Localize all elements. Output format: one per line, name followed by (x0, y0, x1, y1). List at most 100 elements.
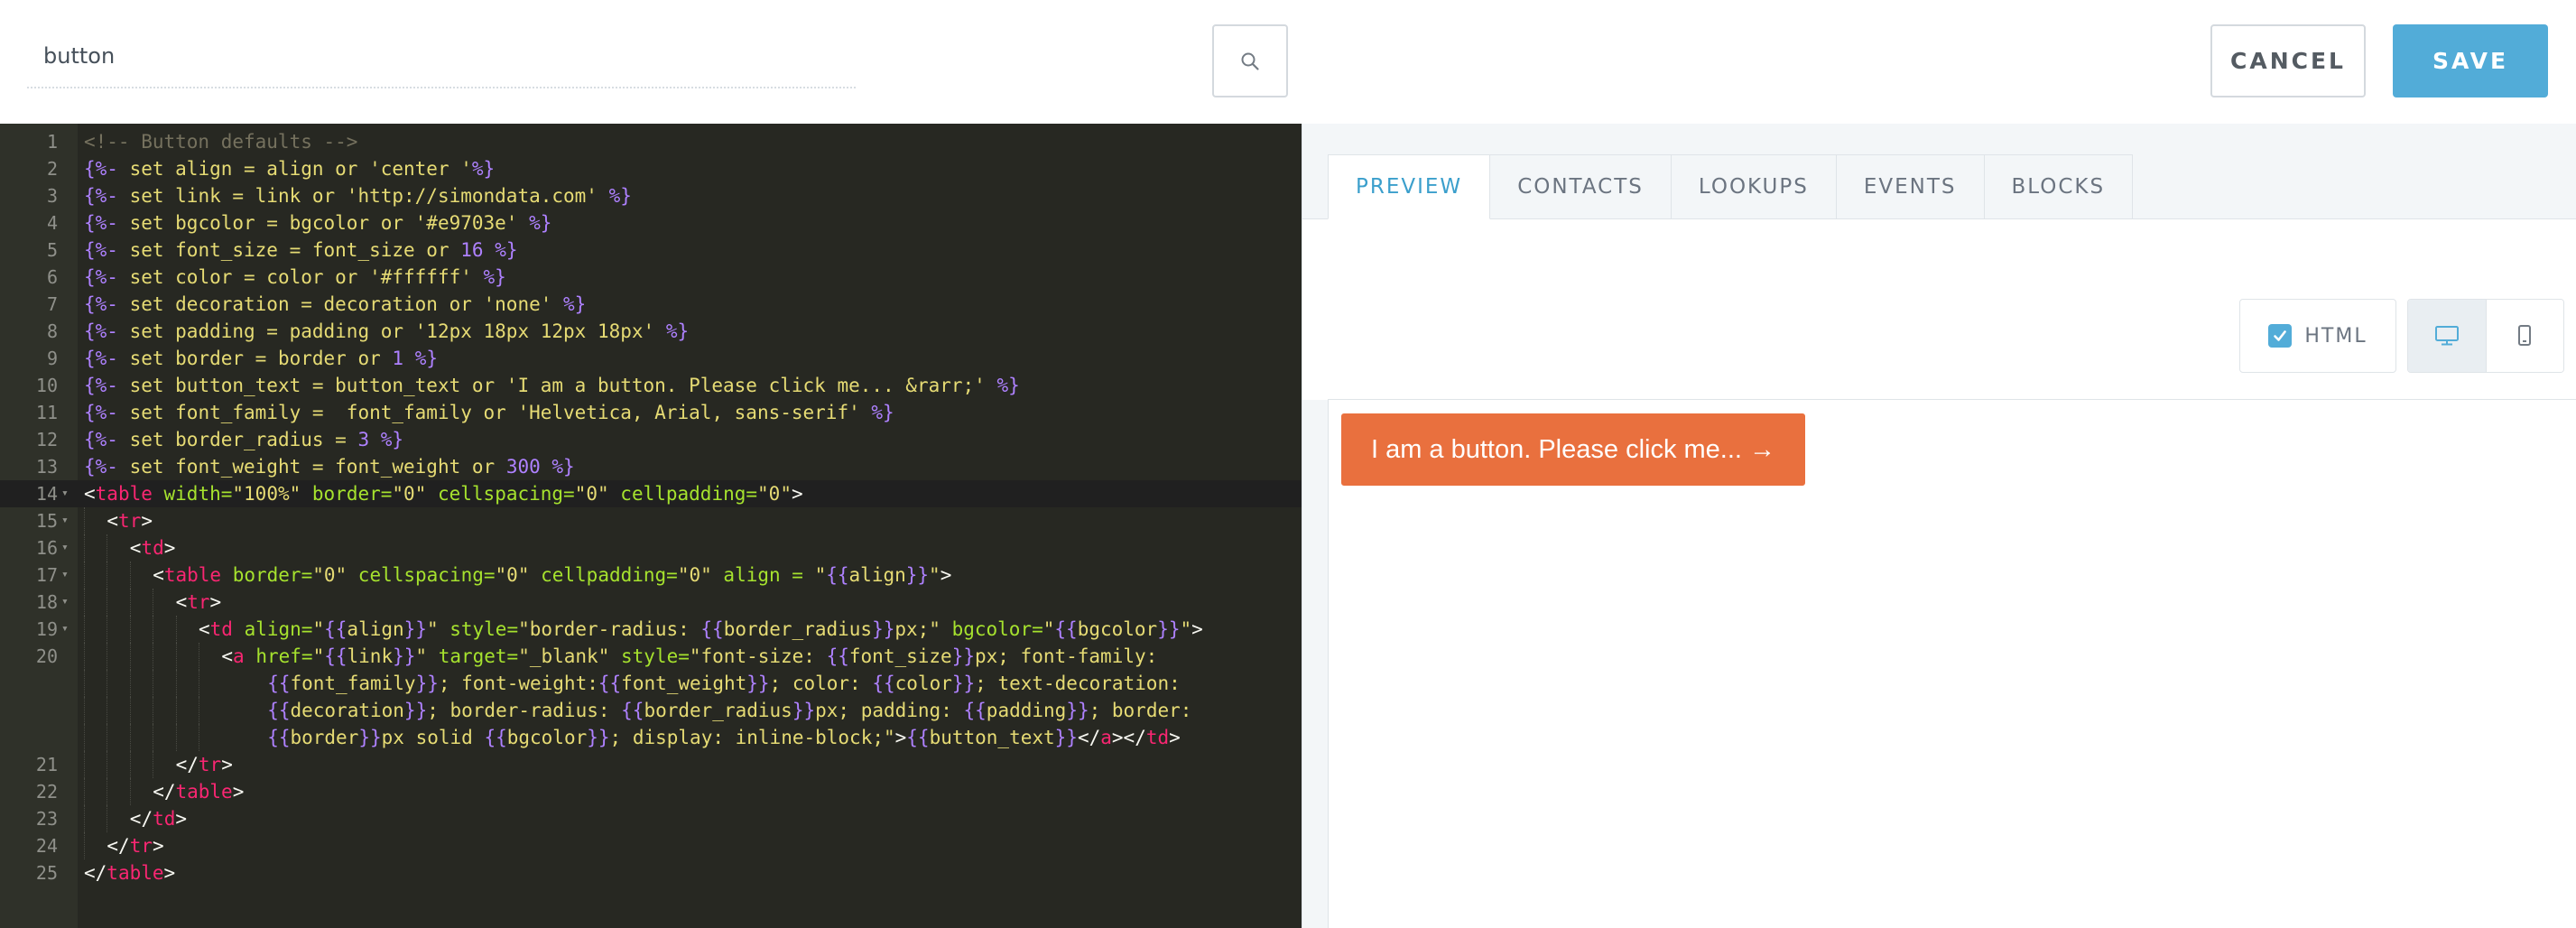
code-line[interactable]: 3 {%- set link = link or 'http://simondat… (0, 182, 1302, 209)
code-token: table (175, 781, 233, 803)
code-line[interactable]: 7 {%- set decoration = decoration or 'non… (0, 291, 1302, 318)
code-token: < (153, 564, 164, 586)
code-token: href= (244, 645, 313, 667)
indent-guide (84, 589, 85, 616)
code-token: " (929, 564, 941, 586)
code-line[interactable]: 9 {%- set border = border or 1 %} (0, 345, 1302, 372)
rendered-cta-button[interactable]: I am a button. Please click me... → (1341, 413, 1805, 486)
code-token: }} (358, 727, 382, 748)
tab-events[interactable]: EVENTS (1836, 154, 1985, 219)
code-line[interactable]: 21 </tr> (0, 751, 1302, 778)
code-text: {{decoration}}; border-radius: {{border_… (267, 697, 1191, 724)
fold-arrow-icon[interactable]: ▾ (61, 480, 69, 507)
line-number: 23 (35, 808, 58, 830)
tab-preview[interactable]: PREVIEW (1328, 154, 1491, 219)
code-line[interactable]: 4 {%- set bgcolor = bgcolor or '#e9703e' … (0, 209, 1302, 237)
code-line[interactable]: 18 ▾ <tr> (0, 589, 1302, 616)
code-line[interactable]: 20 <a href="{{link}}" target="_blank" sty… (0, 643, 1302, 670)
code-text: {%- set padding = padding or '12px 18px … (84, 318, 689, 345)
code-line[interactable]: 17 ▾ <table border="0" cellspacing="0" cel… (0, 561, 1302, 589)
code-line[interactable]: 22 </table> (0, 778, 1302, 805)
html-checkbox[interactable] (2268, 324, 2293, 348)
code-line[interactable]: 6 {%- set color = color or '#ffffff' %} (0, 264, 1302, 291)
code-text: {%- set bgcolor = bgcolor or '#e9703e' %… (84, 209, 551, 237)
code-token: > (221, 754, 233, 775)
fold-arrow-icon[interactable]: ▾ (61, 561, 69, 589)
code-token: " (814, 564, 827, 586)
code-token: > (141, 510, 153, 532)
code-line[interactable]: {{decoration}}; border-radius: {{border_… (0, 697, 1302, 724)
code-token: 300 (505, 456, 541, 478)
code-text: <a href="{{link}}" target="_blank" style… (221, 643, 1157, 670)
code-token: > (163, 862, 176, 884)
code-line[interactable]: 24 </tr> (0, 832, 1302, 859)
checkmark-icon (2274, 330, 2287, 341)
code-token: ; text-decoration: (975, 673, 1181, 694)
code-line[interactable]: 1 <!-- Button defaults --> (0, 128, 1302, 155)
code-text: {%- set border = border or 1 %} (84, 345, 438, 372)
fold-arrow-icon[interactable]: ▾ (61, 507, 69, 534)
line-number: 10 (35, 375, 58, 396)
code-token: 16 (460, 239, 484, 261)
code-editor[interactable]: 1 <!-- Button defaults --> 2 {%- set align … (0, 124, 1302, 928)
code-line[interactable]: 12 {%- set border_radius = 3 %} (0, 426, 1302, 453)
code-token: font_size (848, 645, 952, 667)
code-line[interactable]: 19 ▾ <td align="{{align}}" style="border-r… (0, 616, 1302, 643)
code-token: {%- (84, 320, 118, 342)
line-number: 1 (46, 131, 58, 153)
code-text: <td> (130, 534, 176, 561)
code-line[interactable]: 8 {%- set padding = padding or '12px 18px… (0, 318, 1302, 345)
code-token: "0" (495, 564, 530, 586)
code-token: }} (1054, 727, 1078, 748)
code-line[interactable]: 16 ▾ <td> (0, 534, 1302, 561)
code-line[interactable]: 23 </td> (0, 805, 1302, 832)
code-line[interactable]: 14 ▾ <table width="100%" border="0" cellsp… (0, 480, 1302, 507)
code-token: set link = link or 'http://simondata.com… (117, 185, 609, 207)
code-token: bgcolor (1077, 618, 1158, 640)
code-token: {%- (84, 348, 118, 369)
code-line[interactable]: 5 {%- set font_size = font_size or 16 %} (0, 237, 1302, 264)
search-button[interactable] (1212, 24, 1288, 97)
code-token: %} (529, 212, 552, 234)
code-token: < (199, 618, 210, 640)
code-line[interactable]: 13 {%- set font_weight = font_weight or 3… (0, 453, 1302, 480)
code-token: ; display: inline-block;" (609, 727, 895, 748)
code-token: style= (438, 618, 519, 640)
tab-contacts[interactable]: CONTACTS (1490, 154, 1672, 219)
code-token: %} (871, 402, 894, 423)
indent-guide (175, 643, 177, 670)
tab-blocks[interactable]: BLOCKS (1984, 154, 2134, 219)
code-text: {%- set font_family = font_family or 'He… (84, 399, 894, 426)
template-name-input[interactable] (27, 25, 856, 88)
code-line[interactable]: 11 {%- set font_family = font_family or '… (0, 399, 1302, 426)
code-line[interactable]: 10 {%- set button_text = button_text or '… (0, 372, 1302, 399)
code-text: {%- set font_size = font_size or 16 %} (84, 237, 517, 264)
save-button[interactable]: SAVE (2393, 24, 2548, 97)
html-label: HTML (2304, 324, 2368, 348)
cancel-button[interactable]: CANCEL (2210, 24, 2366, 97)
code-token: "0" (574, 483, 609, 505)
mobile-view-button[interactable] (2486, 300, 2563, 372)
fold-arrow-icon[interactable]: ▾ (61, 534, 69, 561)
tab-lookups[interactable]: LOOKUPS (1671, 154, 1837, 219)
fold-arrow-icon[interactable]: ▾ (61, 616, 69, 643)
desktop-view-button[interactable] (2408, 300, 2487, 372)
fold-arrow-icon[interactable]: ▾ (61, 589, 69, 616)
code-token: " (1042, 618, 1055, 640)
code-token: bgcolor= (940, 618, 1043, 640)
code-token: < (175, 591, 188, 613)
code-token: }} (587, 727, 610, 748)
code-line[interactable]: {{font_family}}; font-weight:{{font_weig… (0, 670, 1302, 697)
code-token: 3 (357, 429, 370, 450)
search-icon (1241, 52, 1259, 70)
code-token: target= (427, 645, 519, 667)
code-line[interactable]: {{border}}px solid {{bgcolor}}; display:… (0, 724, 1302, 751)
code-line[interactable]: 2 {%- set align = align or 'center '%} (0, 155, 1302, 182)
code-token: </ (175, 754, 199, 775)
code-line[interactable]: 25 </table> (0, 859, 1302, 886)
code-text: {%- set align = align or 'center '%} (84, 155, 495, 182)
html-toggle[interactable]: HTML (2239, 299, 2396, 373)
code-line[interactable]: 15 ▾ <tr> (0, 507, 1302, 534)
line-number: 4 (46, 212, 58, 234)
line-number: 16 (35, 537, 58, 559)
